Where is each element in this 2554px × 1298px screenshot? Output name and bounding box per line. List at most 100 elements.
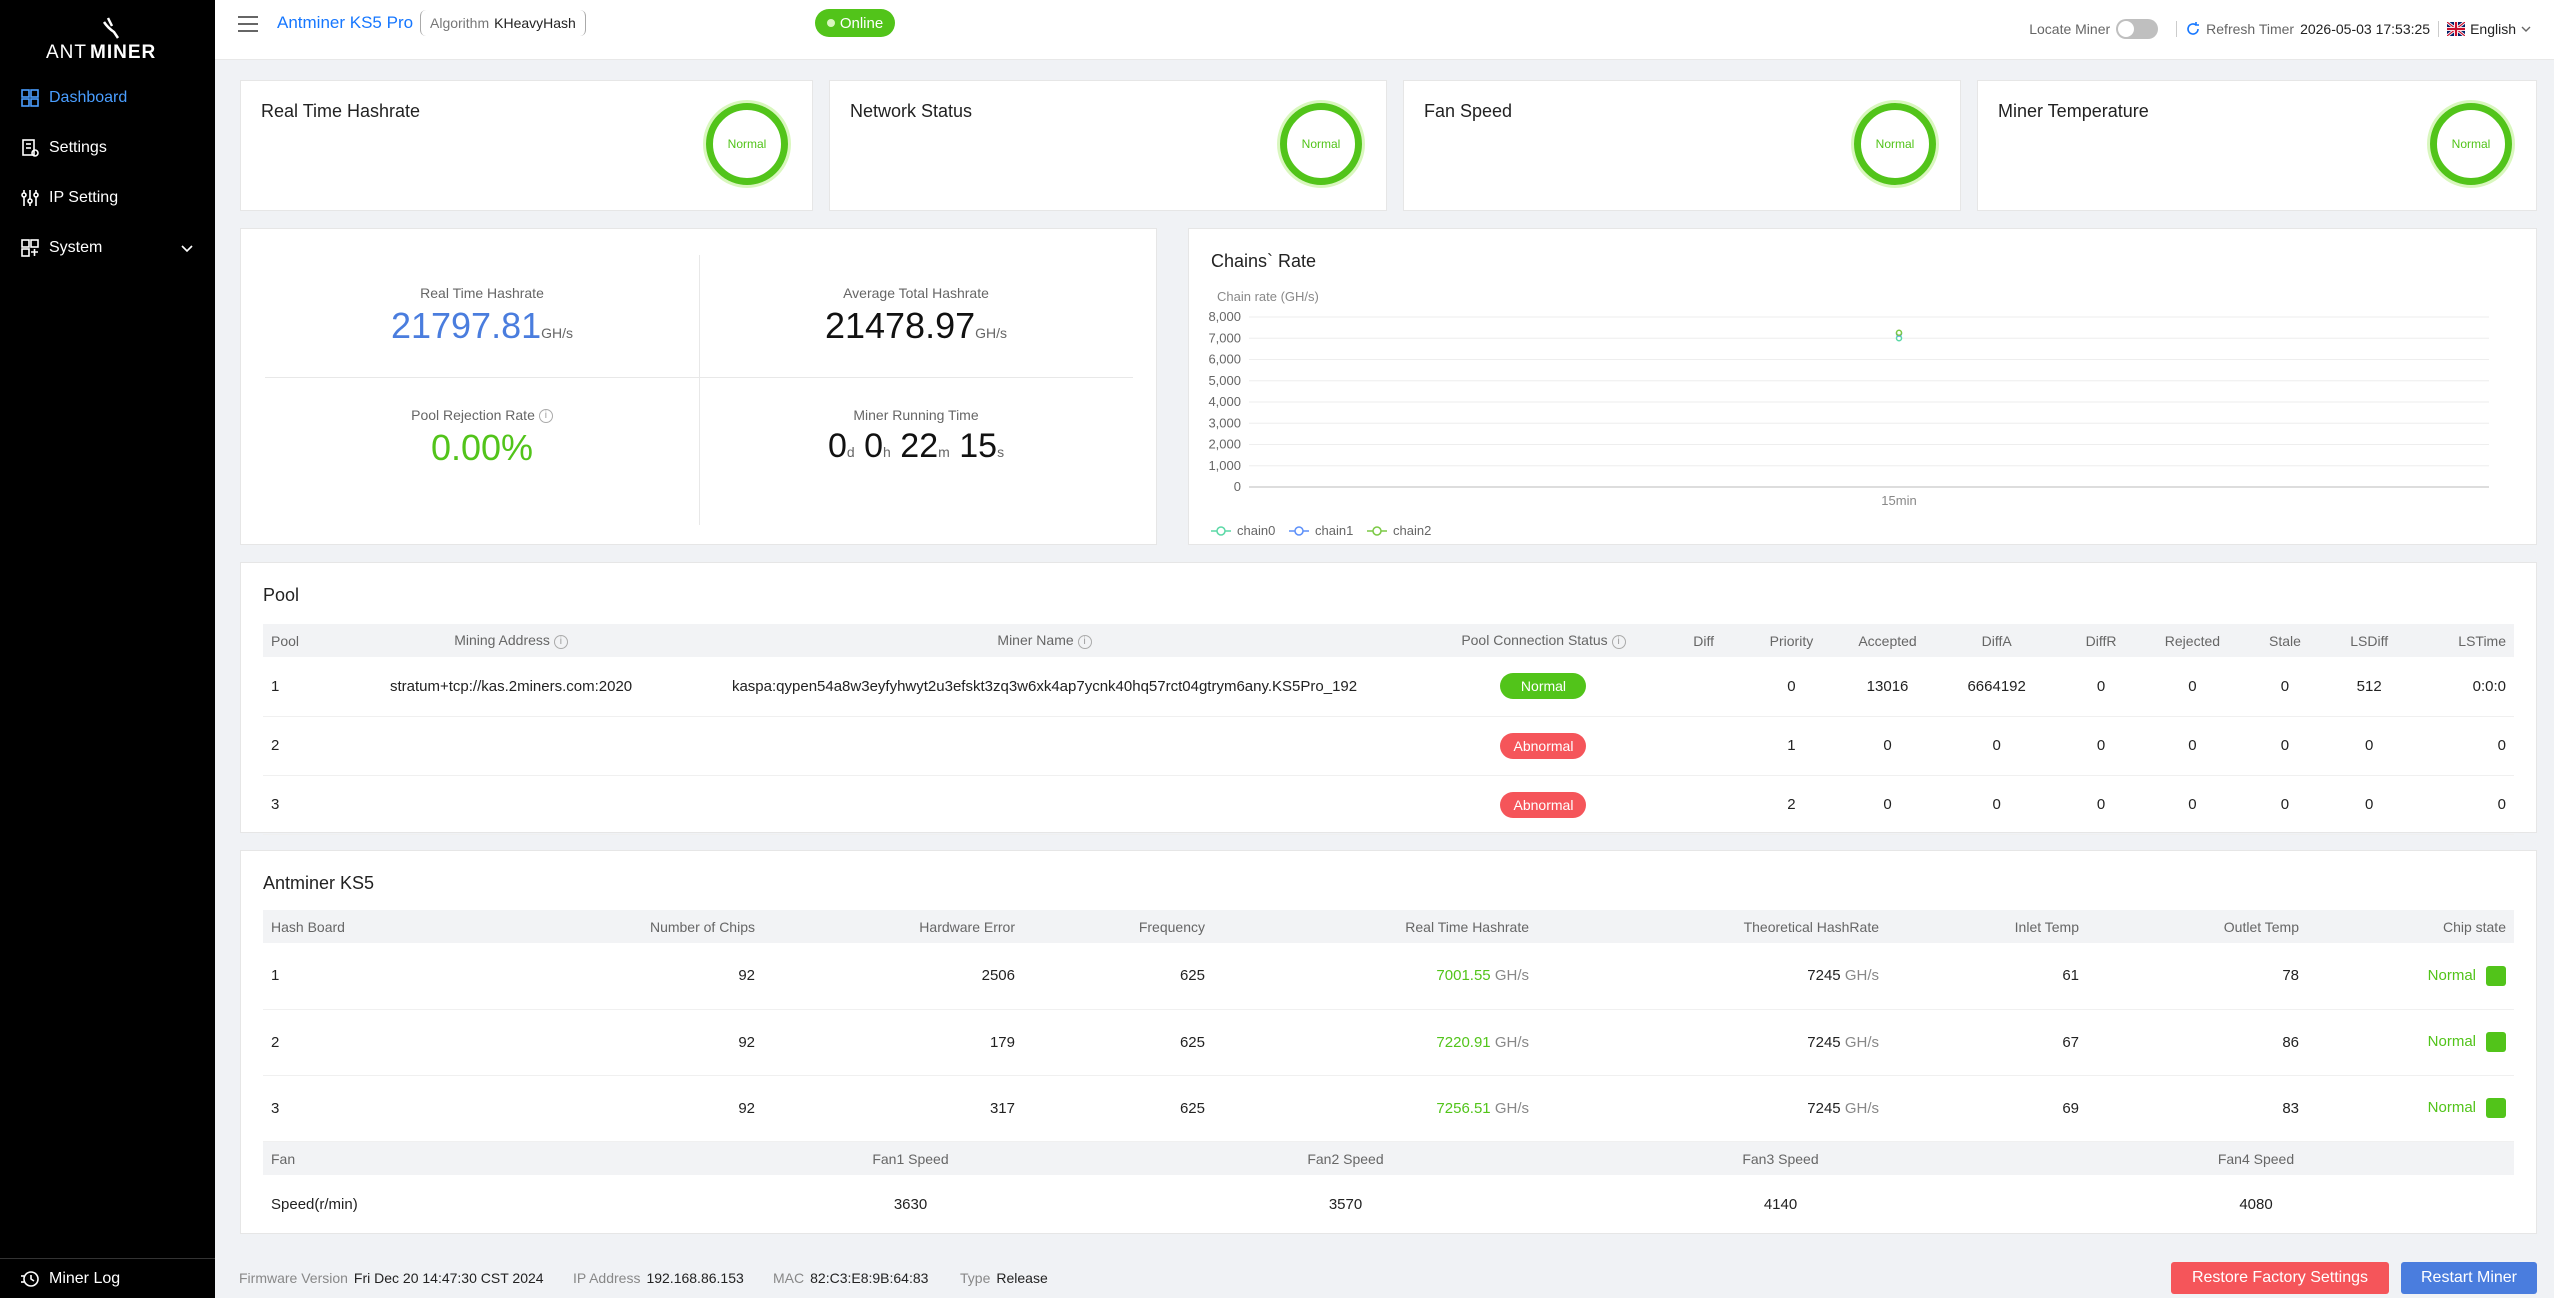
fan-speed-row: Speed(r/min) 3630 3570 4140 4080 [263,1175,2514,1233]
sidebar-item-label: Dashboard [49,89,128,106]
status-badge: Online [815,9,895,37]
mac-address: MAC 82:C3:E8:9B:64:83 [773,1270,929,1286]
hashboards-table: Hash Board Number of Chips Hardware Erro… [263,910,2514,1142]
divider [2176,21,2178,37]
chains-rate-card: Chains` Rate Chain rate (GH/s) 8,000 7,000… [1188,228,2537,545]
y-tick-label: 0 [1234,479,1241,494]
pool-pool-cell: 3 [263,775,358,835]
pool-diff-cell [1662,657,1746,717]
board-freq-cell: 625 [1023,1009,1213,1076]
legend-label-chain1: chain1 [1315,523,1353,538]
col-header: Rejected [2146,624,2239,657]
chevron-down-icon[interactable] [2520,23,2532,35]
board-realtime-hashrate-cell: 7220.91 GH/s [1213,1009,1537,1076]
board-chip-state-cell: Normal [2307,1009,2514,1076]
info-icon[interactable]: i [1611,634,1626,649]
sidebar-item-settings[interactable]: Settings [0,128,215,168]
pool-row: 1 stratum+tcp://kas.2miners.com:2020 kaspa… [263,657,2514,717]
info-icon[interactable]: i [1077,634,1092,649]
board-freq-cell: 625 [1023,943,1213,1010]
pool-lsdiff-cell: 0 [2331,716,2408,776]
pool-accepted-cell: 0 [1837,716,1938,776]
build-type: Type Release [960,1270,1048,1286]
locate-miner-toggle[interactable] [2116,19,2159,39]
board-freq-cell: 625 [1023,1075,1213,1142]
menu-icon[interactable] [237,14,259,34]
pool-status-cell: Abnormal [1424,775,1663,835]
pool-diffa-cell: 6664192 [1937,657,2056,717]
hashboards-table-header: Hash Board Number of Chips Hardware Erro… [263,910,2514,943]
col-header: Frequency [1023,910,1213,943]
board-chips-cell: 92 [463,1075,763,1142]
chevron-down-icon [179,240,195,256]
col-header: Theoretical HashRate [1537,910,1887,943]
col-header: Hardware Error [763,910,1023,943]
sidebar-item-dashboard[interactable]: Dashboard [0,78,215,118]
col-header: Outlet Temp [2087,910,2307,943]
network-icon [20,188,40,208]
legend-label-chain0: chain0 [1237,523,1275,538]
run-minutes-unit: m [938,444,950,460]
col-header: Pool [263,624,358,657]
pool-address-cell [357,716,665,776]
sidebar-item-ip-setting[interactable]: IP Setting [0,178,215,218]
board-board-cell: 3 [263,1075,463,1142]
status-ring-text: Normal [2451,137,2491,151]
col-header: Miner Name i [664,624,1425,657]
pool-status-cell: Normal [1424,657,1663,717]
pool-rejection-stat: Pool Rejection Rate i 0.00% [265,407,699,469]
chip-state-text: Normal [2427,966,2476,984]
uk-flag-icon [2446,20,2466,38]
hashrate-value: 7245 [1807,967,1841,985]
restore-factory-settings-button[interactable]: Restore Factory Settings [2171,1262,2389,1294]
settings-icon [20,138,40,158]
status-ring-text: Normal [727,137,767,151]
hashrate-value: 7001.55 [1436,967,1491,985]
legend-label-chain2: chain2 [1393,523,1431,538]
info-icon[interactable]: i [538,409,553,424]
sidebar-item-system[interactable]: System [0,228,215,268]
pool-diffa-cell: 0 [1937,775,2056,835]
stat-label: Average Total Hashrate [843,285,989,301]
hashrate-stats-card: Real Time Hashrate 21797.81GH/s Average … [240,228,1157,545]
run-hours-unit: h [883,444,891,460]
antminer-logo: ANT MINER [46,14,171,64]
system-icon [20,238,40,258]
refresh-icon[interactable] [2185,21,2201,37]
pool-row: 2 Abnormal 1 0 0 0 0 0 0 0 [263,716,2514,776]
pool-lstime-cell: 0 [2407,775,2514,835]
header-right: Locate Miner Refresh Timer 2026-05-03 17… [2029,0,2532,58]
restart-miner-button[interactable]: Restart Miner [2401,1262,2537,1294]
chip-state-indicator [2486,965,2506,986]
stat-value: 21478.97 [824,305,976,346]
status-card-network: Network Status Normal [829,80,1387,211]
pool-table: Pool Mining Address i Miner Name i Pool Co… [263,624,2514,835]
hashrate-value: 7220.91 [1436,1033,1491,1051]
board-hwerr-cell: 179 [763,1009,1023,1076]
hashrate-unit: GH/s [1844,967,1879,985]
sidebar-item-miner-log[interactable]: Miner Log [0,1258,215,1298]
refresh-time: 2026-05-03 17:53:25 [2300,21,2431,37]
stat-value: 21797.81 [390,305,542,346]
info-icon[interactable]: i [553,634,568,649]
col-header: Real Time Hashrate [1213,910,1537,943]
pool-name-cell: kaspa:qypen54a8w3eyfyhwyt2u3efskt3zq3w6x… [664,657,1425,717]
hashrate-unit: GH/s [1494,1033,1529,1051]
stat-label: Miner Running Time [853,407,979,423]
pool-address-cell [357,775,665,835]
hashrate-value: 7245 [1807,1099,1841,1117]
pool-address-cell: stratum+tcp://kas.2miners.com:2020 [357,657,665,717]
pool-row: 3 Abnormal 2 0 0 0 0 0 0 0 [263,775,2514,835]
running-time-stat: Miner Running Time 0d 0h 22m 15s [699,407,1133,466]
stat-unit: GH/s [975,325,1008,341]
card-title: Miner Temperature [1998,101,2149,121]
sidebar: ANT MINER Dashboard Settings IP Setting … [0,0,215,1298]
status-ring-text: Normal [1875,137,1915,151]
pool-lsdiff-cell: 512 [2331,657,2408,717]
col-header: Accepted [1837,624,1938,657]
y-tick-label: 2,000 [1208,437,1241,452]
pool-rejected-cell: 0 [2146,716,2239,776]
language-select[interactable]: English [2470,21,2516,37]
algorithm-label: Algorithm [430,15,490,31]
pool-status-badge: Normal [1500,673,1587,700]
